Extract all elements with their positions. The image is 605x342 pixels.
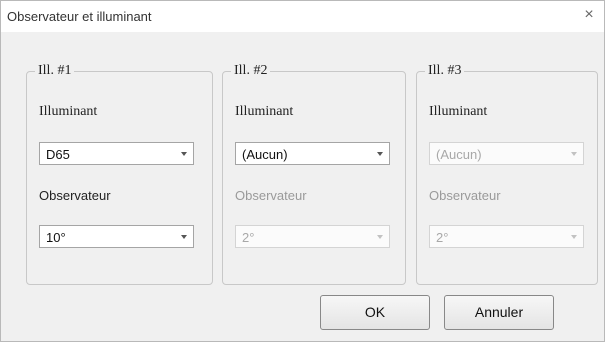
observer-label: Observateur — [429, 188, 501, 203]
close-icon[interactable]: × — [580, 6, 598, 24]
observer-select-value: 10° — [46, 230, 66, 245]
illuminant-select-2[interactable]: (Aucun) — [235, 142, 390, 165]
illuminant-select-value: D65 — [46, 147, 70, 162]
observer-select-2: 2° — [235, 225, 390, 248]
illuminant-select-value: (Aucun) — [436, 147, 482, 162]
observer-select-1[interactable]: 10° — [39, 225, 194, 248]
illuminant-select-3: (Aucun) — [429, 142, 584, 165]
title-bar: Observateur et illuminant × — [1, 1, 604, 32]
ok-button[interactable]: OK — [320, 295, 430, 330]
group-legend: Ill. #1 — [35, 63, 75, 79]
group-ill-2: Ill. #2 Illuminant (Aucun) Observateur 2… — [222, 63, 406, 285]
illuminant-label: Illuminant — [429, 104, 488, 119]
group-ill-1: Ill. #1 Illuminant D65 Observateur 10° — [26, 63, 213, 285]
observer-label: Observateur — [39, 188, 111, 203]
group-legend: Ill. #3 — [425, 63, 465, 79]
illuminant-select-value: (Aucun) — [242, 147, 288, 162]
chevron-down-icon — [377, 235, 383, 239]
group-legend: Ill. #2 — [231, 63, 271, 79]
chevron-down-icon — [181, 152, 187, 156]
chevron-down-icon — [181, 235, 187, 239]
cancel-button[interactable]: Annuler — [444, 295, 554, 330]
observer-illuminant-dialog: Observateur et illuminant × Ill. #1 Illu… — [0, 0, 605, 342]
chevron-down-icon — [571, 152, 577, 156]
observer-select-3: 2° — [429, 225, 584, 248]
observer-select-value: 2° — [242, 230, 255, 245]
group-ill-3: Ill. #3 Illuminant (Aucun) Observateur 2… — [416, 63, 598, 285]
illuminant-select-1[interactable]: D65 — [39, 142, 194, 165]
observer-label: Observateur — [235, 188, 307, 203]
illuminant-label: Illuminant — [39, 104, 98, 119]
illuminant-label: Illuminant — [235, 104, 294, 119]
dialog-title: Observateur et illuminant — [7, 9, 152, 24]
observer-select-value: 2° — [436, 230, 449, 245]
chevron-down-icon — [571, 235, 577, 239]
chevron-down-icon — [377, 152, 383, 156]
